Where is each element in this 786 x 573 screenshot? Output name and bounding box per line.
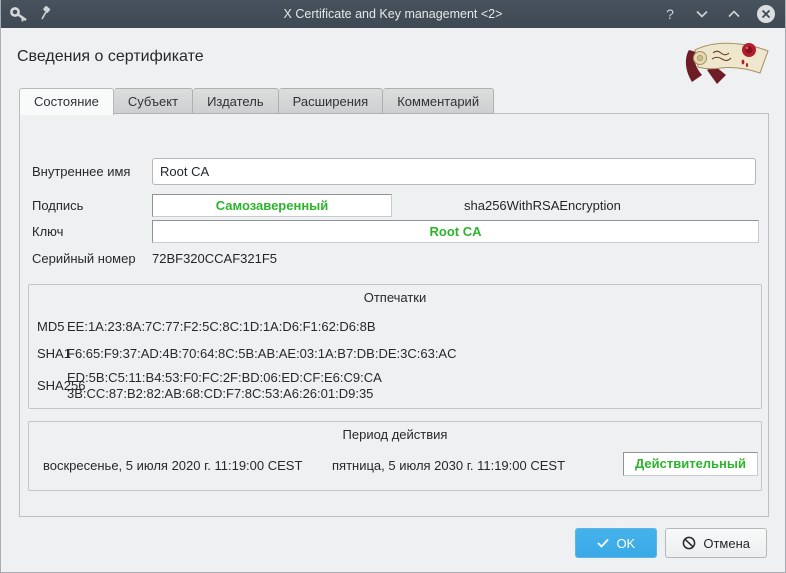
md5-label: MD5 <box>37 319 64 334</box>
titlebar: X Certificate and Key management <2> ? <box>1 0 785 28</box>
sha256-value-line2: 3B:CC:87:B2:82:AB:68:CD:F7:8C:53:A6:26:0… <box>67 386 373 402</box>
md5-value: EE:1A:23:8A:7C:77:F2:5C:8C:1D:1A:D6:F1:6… <box>67 319 376 335</box>
serial-value: 72BF320CCAF321F5 <box>152 251 277 266</box>
serial-label: Серийный номер <box>32 251 136 266</box>
signature-algorithm: sha256WithRSAEncryption <box>464 198 621 213</box>
cancel-button-label: Отмена <box>703 536 750 551</box>
valid-to-date: пятница, 5 июля 2030 г. 11:19:00 CEST <box>332 458 565 473</box>
cancel-button[interactable]: Отмена <box>665 528 767 558</box>
fingerprints-group: Отпечатки MD5 EE:1A:23:8A:7C:77:F2:5C:8C… <box>28 284 762 409</box>
status-tab-panel: Внутреннее имя Подпись Самозаверенный sh… <box>19 113 769 517</box>
sha256-value-line1: ED:5B:C5:11:B4:53:F0:FC:2F:BD:06:ED:CF:E… <box>67 370 382 386</box>
check-icon <box>597 538 609 548</box>
signature-label: Подпись <box>32 198 83 213</box>
validity-group: Период действия воскресенье, 5 июля 2020… <box>28 421 762 491</box>
tab-issuer[interactable]: Издатель <box>193 88 279 114</box>
internal-name-input[interactable] <box>152 158 756 185</box>
tab-comment[interactable]: Комментарий <box>383 88 494 114</box>
sha1-label: SHA1 <box>37 346 71 361</box>
app-key-icon <box>9 5 29 23</box>
key-label: Ключ <box>32 224 63 239</box>
pin-icon[interactable] <box>39 6 53 22</box>
validity-title: Период действия <box>29 427 761 442</box>
signature-selfsigned-badge: Самозаверенный <box>152 194 392 217</box>
page-title: Сведения о сертификате <box>17 48 204 66</box>
fingerprints-title: Отпечатки <box>29 290 761 305</box>
xca-scroll-logo-icon <box>681 38 771 86</box>
ok-button[interactable]: OK <box>575 528 657 558</box>
maximize-button[interactable] <box>725 5 743 23</box>
tab-status[interactable]: Состояние <box>19 88 114 115</box>
tab-subject[interactable]: Субъект <box>114 88 193 114</box>
help-button[interactable]: ? <box>661 5 679 23</box>
cancel-slash-icon <box>682 536 696 550</box>
internal-name-label: Внутреннее имя <box>32 164 130 179</box>
dialog-buttons: OK Отмена <box>575 528 767 558</box>
minimize-button[interactable] <box>693 5 711 23</box>
sha1-value: F6:65:F9:37:AD:4B:70:64:8C:5B:AB:AE:03:1… <box>67 346 457 362</box>
key-badge: Root CA <box>152 220 759 243</box>
validity-status-badge: Действительный <box>623 452 758 476</box>
tab-bar: Состояние Субъект Издатель Расширения Ко… <box>19 88 494 114</box>
valid-from-date: воскресенье, 5 июля 2020 г. 11:19:00 CES… <box>43 458 302 473</box>
close-button[interactable] <box>757 5 775 23</box>
ok-button-label: OK <box>616 536 635 551</box>
tab-extensions[interactable]: Расширения <box>279 88 384 114</box>
